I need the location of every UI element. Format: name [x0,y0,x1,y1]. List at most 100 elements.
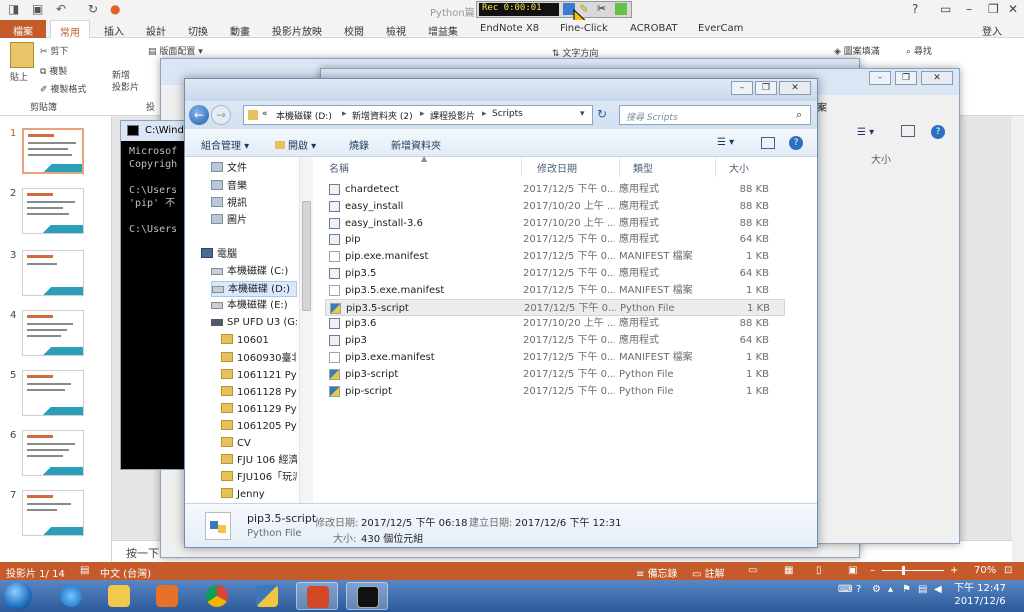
taskbar-cmd[interactable] [346,582,388,610]
slide-thumbnail[interactable] [22,250,84,296]
nav-item[interactable]: 1061205 Pytho [221,419,297,435]
breadcrumb-item[interactable]: 新增資料夾 (2) [352,109,413,122]
help-icon[interactable]: ? [789,136,803,150]
tab-home[interactable]: 常用 [50,20,90,39]
ribbon-display-icon[interactable]: ▭ [940,2,951,16]
find-button[interactable]: ⌕ 尋找 [906,44,932,57]
slide-thumbnail[interactable] [22,128,84,174]
file-row[interactable]: pip3-script 2017/12/5 下午 0... Python File 1… [325,366,785,383]
tab-file[interactable]: 檔案 [0,20,46,38]
taskbar-ie[interactable] [50,582,92,610]
breadcrumb-item[interactable]: 本機磁碟 (D:) [276,109,332,122]
column-header-size[interactable]: 大小 [729,160,749,175]
volume-icon[interactable]: ◀ [934,584,942,595]
file-row[interactable]: pip3.5-script 2017/12/5 下午 0... Python Fil… [325,298,785,316]
comments-button[interactable]: ▭ 註解 [692,565,725,580]
nav-item[interactable]: 本機磁碟 (C:) [211,264,297,280]
tab-addins[interactable]: 增益集 [428,23,458,38]
nav-item[interactable]: 音樂 [211,179,297,195]
nav-item[interactable]: 10601 [221,333,297,349]
nav-item[interactable]: 本機磁碟 (E:) [211,298,297,314]
back-button[interactable]: ← [189,105,209,125]
file-row[interactable]: pip3.6 2017/10/20 上午 ... 應用程式 88 KB [325,315,785,332]
preview-pane-icon[interactable] [761,137,775,149]
breadcrumb-overflow[interactable]: « [262,109,268,119]
tab-insert[interactable]: 插入 [104,23,124,38]
nav-item[interactable]: 文件 [211,161,297,177]
layout-button[interactable]: ▤ 版面配置 ▾ [148,44,203,57]
close-icon[interactable]: ✕ [1008,2,1018,16]
zoom-out-icon[interactable]: – [870,565,875,576]
zoom-level[interactable]: 70% [974,565,996,576]
minimize-icon[interactable]: – [966,2,972,16]
taskbar-explorer[interactable] [98,582,140,610]
open-button[interactable]: 開啟 ▾ [275,137,316,152]
tab-fineclick[interactable]: Fine-Click [560,23,608,34]
column-header-date[interactable]: 修改日期 [537,160,577,175]
nav-item[interactable]: 1060930臺北副 [221,351,297,367]
tab-slideshow[interactable]: 投影片放映 [272,23,322,38]
reading-view-icon[interactable]: ▯ [816,565,822,576]
column-divider[interactable] [619,157,620,177]
save-icon[interactable]: ▣ [32,2,43,16]
restore-icon[interactable]: ❐ [755,81,777,95]
nav-item[interactable]: 電腦 [201,247,297,263]
breadcrumb-item[interactable]: Scripts [492,109,523,119]
start-button[interactable] [4,582,32,610]
capture-icon[interactable] [615,3,627,15]
organize-button[interactable]: 組合管理 ▾ [201,137,249,152]
chevron-down-icon[interactable]: ▾ [580,109,585,119]
nav-item[interactable]: 1061129 Pytho [221,402,297,418]
restore-icon[interactable]: ❐ [895,71,917,85]
new-slide-button[interactable]: 新增 投影片 [112,70,139,94]
nav-item[interactable]: 本機磁碟 (D:) [211,281,297,297]
nav-item[interactable]: CV [221,436,297,452]
tab-endnote[interactable]: EndNote X8 [480,23,539,34]
taskbar-python[interactable] [246,582,288,610]
ime-icon[interactable]: ? [856,584,861,595]
nav-item[interactable]: 1061128 Pytho [221,385,297,401]
redo-icon[interactable]: ↻ [88,2,98,16]
slide-thumbnail[interactable] [22,370,84,416]
network-icon[interactable]: ▤ [918,584,927,595]
new-folder-button[interactable]: 新增資料夾 [391,137,441,152]
preview-pane-icon[interactable] [901,125,915,137]
zoom-slider[interactable] [882,570,944,571]
view-options-icon[interactable]: ☰ ▾ [857,127,874,138]
nav-item[interactable]: FJU 106 經濟系 [221,453,297,469]
zoom-slider-thumb[interactable] [902,566,905,575]
nav-item[interactable]: 1061121 Pytho [221,368,297,384]
tab-design[interactable]: 設計 [146,23,166,38]
zoom-in-icon[interactable]: + [950,565,958,576]
help-icon[interactable]: ? [912,2,918,16]
scissors-icon[interactable]: ✂ [597,2,606,15]
column-header-name[interactable]: 名稱 [329,160,349,175]
notes-button[interactable]: ≡ 備忘錄 [636,565,678,580]
shape-fill-button[interactable]: ◈ 圖案填滿 [834,44,880,57]
nav-item[interactable]: SP UFD U3 (G:) [211,315,297,331]
file-row[interactable]: pip.exe.manifest 2017/12/5 下午 0... MANIFES… [325,248,785,265]
forward-button[interactable]: → [211,105,231,125]
tray-app-icon[interactable]: ⚙ [872,584,881,595]
slide-sorter-icon[interactable]: ▦ [784,565,793,576]
login-link[interactable]: 登入 [982,23,1002,38]
language-indicator[interactable]: 中文 (台灣) [100,565,151,580]
slide-thumbnail[interactable] [22,188,84,234]
nav-item[interactable]: 圖片 [211,213,297,229]
taskbar-media[interactable] [146,582,188,610]
file-row[interactable]: pip 2017/12/5 下午 0... 應用程式 64 KB [325,231,785,248]
tab-transitions[interactable]: 切換 [188,23,208,38]
taskbar-chrome[interactable] [196,582,238,610]
file-row[interactable]: easy_install 2017/10/20 上午 ... 應用程式 88 KB [325,198,785,215]
keyboard-icon[interactable]: ⌨ [838,584,852,595]
file-row[interactable]: pip3.5 2017/12/5 下午 0... 應用程式 64 KB [325,265,785,282]
tab-evercam[interactable]: EverCam [698,23,743,34]
nav-item[interactable]: 視訊 [211,196,297,212]
minimize-icon[interactable]: – [869,71,891,85]
action-center-icon[interactable]: ⚑ [902,584,911,595]
file-row[interactable]: pip3.exe.manifest 2017/12/5 下午 0... MANIFE… [325,349,785,366]
format-painter-button[interactable]: ✐ 複製格式 [40,82,86,95]
nav-item[interactable]: Jenny [221,487,297,503]
file-row[interactable]: pip-script 2017/12/5 下午 0... Python File 1 … [325,383,785,400]
breadcrumb-item[interactable]: 課程投影片 [430,109,475,122]
